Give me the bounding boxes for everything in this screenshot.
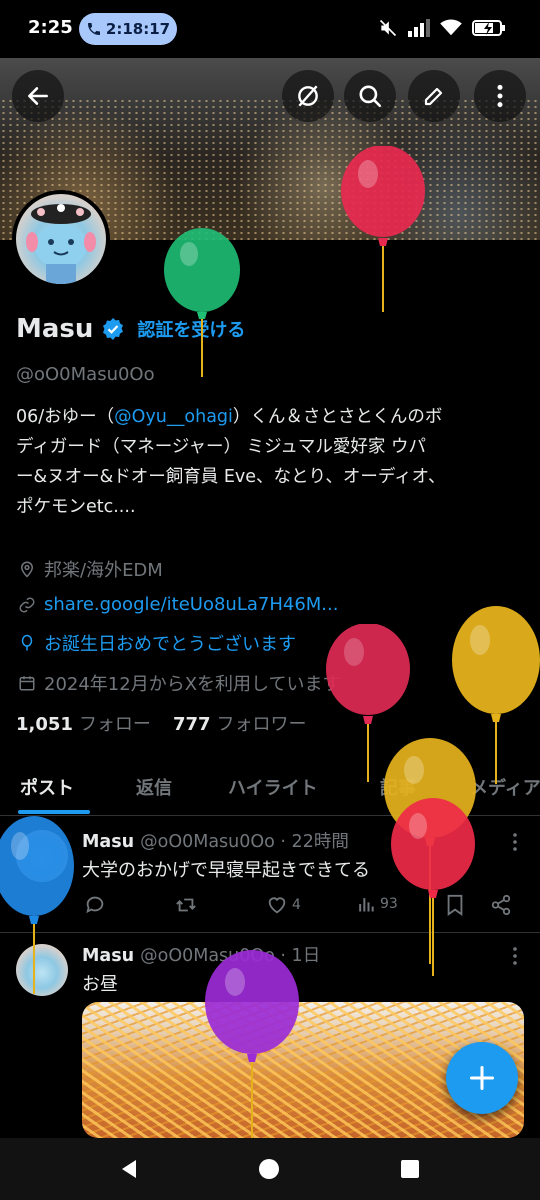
- profile-website-link[interactable]: share.google/iteUo8uLa7H46M...: [44, 594, 338, 615]
- profile-link: share.google/iteUo8uLa7H46M...: [18, 594, 338, 615]
- repost-button[interactable]: [174, 894, 198, 916]
- joined-text: 2024年12月からXを利用しています: [44, 674, 341, 695]
- share-button[interactable]: [490, 894, 512, 916]
- bio-text: ディガード（マネージャー） ミジュマル愛好家 ウパ: [16, 437, 426, 457]
- share-icon: [491, 894, 511, 916]
- call-timer-pill[interactable]: 2:18:17: [79, 13, 177, 45]
- balloon-icon: [21, 634, 33, 651]
- signal-icon: [408, 19, 430, 37]
- back-button[interactable]: [12, 70, 64, 122]
- post-more-icon[interactable]: [508, 946, 522, 966]
- tab-posts[interactable]: ポスト: [20, 774, 74, 800]
- post-text: 大学のおかげで早寝早起きできてる: [82, 860, 370, 881]
- birthday-text: お誕生日おめでとうございます: [44, 634, 296, 655]
- followers-count: 777: [172, 714, 211, 735]
- like-button[interactable]: 4: [266, 894, 301, 916]
- bio-text: 06/おゆー（: [16, 407, 115, 427]
- phone-icon: [87, 23, 100, 35]
- location-text: 邦楽/海外EDM: [44, 560, 163, 581]
- profile-birthday: お誕生日おめでとうございます: [18, 630, 296, 656]
- slash-circle-icon: [298, 85, 318, 107]
- back-arrow-icon: [28, 87, 48, 105]
- active-tab-indicator: [18, 810, 90, 814]
- wifi-icon: [440, 19, 462, 36]
- more-vertical-icon: [497, 84, 503, 108]
- following-label: フォロー: [78, 714, 151, 735]
- verified-badge-icon[interactable]: [101, 317, 125, 341]
- plus-icon: [469, 1065, 495, 1091]
- profile-handle: @oO0Masu0Oo: [16, 364, 155, 385]
- heart-icon: [268, 897, 286, 914]
- profile-location: 邦楽/海外EDM: [18, 556, 163, 582]
- more-options-button[interactable]: [474, 70, 526, 122]
- post-author-name[interactable]: Masu: [82, 832, 134, 852]
- avatar-character-image: [26, 204, 96, 284]
- nav-home-icon[interactable]: [258, 1158, 280, 1180]
- search-icon: [359, 85, 382, 108]
- tab-highlights[interactable]: ハイライト: [228, 774, 318, 800]
- bio-text: ー&ヌオー&ドオー飼育員 Eve、なとり、オーディオ、: [16, 467, 446, 487]
- following-stat[interactable]: 1,051 フォロー: [16, 710, 151, 736]
- profile-joined: 2024年12月からXを利用しています: [18, 670, 341, 696]
- status-bar: 2:25 2:18:17: [0, 0, 540, 58]
- balloon-decoration: [341, 146, 425, 312]
- profile-bio: 06/おゆー（@Oyu__ohagi）くん＆さとさとくんのボ ディガード（マネー…: [16, 402, 528, 522]
- following-count: 1,051: [16, 714, 73, 735]
- status-icons: [378, 18, 506, 38]
- follow-stats: 1,051 フォロー 777 フォロワー: [16, 710, 307, 736]
- profile-display-name: Masu: [16, 314, 94, 344]
- mute-icon: [379, 19, 397, 37]
- location-pin-icon: [20, 561, 34, 578]
- grok-button[interactable]: [282, 70, 334, 122]
- bio-mention-link[interactable]: @Oyu__ohagi: [114, 407, 233, 427]
- call-timer: 2:18:17: [105, 20, 171, 38]
- balloon-decoration: [205, 950, 299, 1138]
- system-navigation-bar: [0, 1138, 540, 1200]
- bio-text: ）くん＆さとさとくんのボ: [232, 407, 443, 427]
- post-header: Masu @oO0Masu0Oo · 22時間: [82, 828, 349, 853]
- nav-back-icon[interactable]: [118, 1158, 140, 1180]
- post-handle-time: @oO0Masu0Oo · 22時間: [140, 832, 349, 852]
- like-count: 4: [292, 897, 301, 913]
- link-icon: [19, 597, 35, 612]
- tab-replies[interactable]: 返信: [136, 774, 172, 800]
- balloon-decoration: [391, 798, 475, 976]
- battery-charging-icon: [472, 20, 505, 36]
- views-chart-icon: [359, 898, 374, 912]
- edit-button[interactable]: [408, 70, 460, 122]
- profile-avatar[interactable]: [12, 190, 110, 288]
- pencil-icon: [424, 87, 443, 106]
- post-more-icon[interactable]: [508, 832, 522, 852]
- post-text: お昼: [82, 974, 118, 995]
- status-time: 2:25: [28, 17, 73, 38]
- reply-icon: [86, 896, 104, 914]
- compose-post-button[interactable]: [446, 1042, 518, 1114]
- followers-label: フォロワー: [216, 714, 307, 735]
- balloon-decoration: [164, 228, 240, 377]
- post-author-name[interactable]: Masu: [82, 946, 134, 966]
- followers-stat[interactable]: 777 フォロワー: [173, 710, 307, 736]
- reply-button[interactable]: [84, 894, 106, 916]
- bio-text: ポケモンetc....: [16, 497, 136, 517]
- search-button[interactable]: [344, 70, 396, 122]
- repost-icon: [176, 898, 196, 912]
- balloon-decoration: [0, 816, 74, 994]
- calendar-icon: [19, 676, 35, 691]
- nav-recents-icon[interactable]: [400, 1159, 420, 1179]
